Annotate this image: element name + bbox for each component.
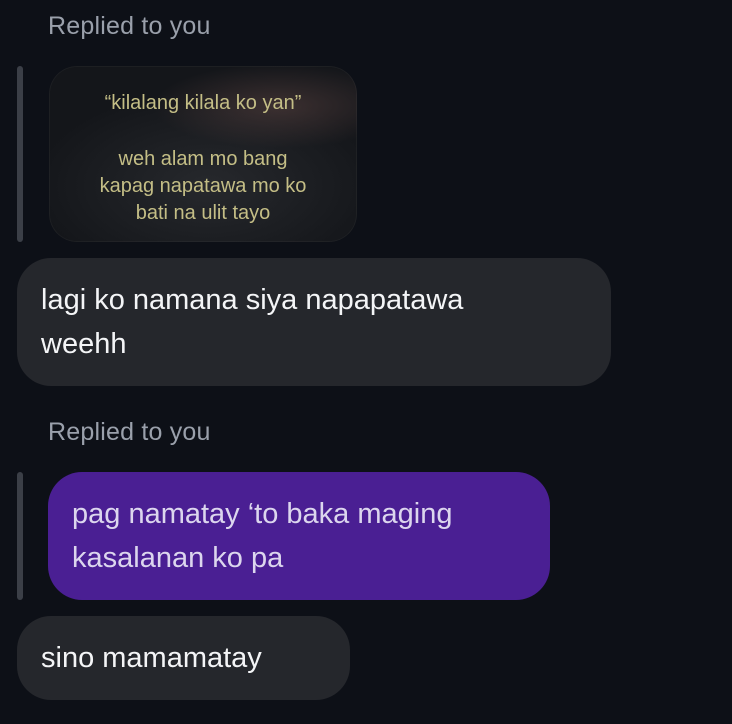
reply-quote-bar xyxy=(17,66,23,242)
story-quote-text: “kilalang kilala ko yan” xyxy=(104,92,302,114)
story-text-line: weh alam mo bang xyxy=(118,148,288,170)
replied-story-thumbnail[interactable]: “kilalang kilala ko yan” weh alam mo ban… xyxy=(49,66,357,242)
message-text-line: weehh xyxy=(41,328,127,360)
replied-to-you-label: Replied to you xyxy=(48,12,211,40)
quoted-own-message-bubble[interactable]: pag namatay ‘to baka maging kasalanan ko… xyxy=(48,472,550,600)
reply-quote-bar xyxy=(17,472,23,600)
replied-to-you-label: Replied to you xyxy=(48,418,211,446)
message-bubble-incoming[interactable]: sino mamamatay xyxy=(17,616,350,700)
story-text-line: kapag napatawa mo ko xyxy=(99,175,307,197)
message-text: sino mamamatay xyxy=(41,642,262,674)
message-text-line: lagi ko namana siya napapatawa xyxy=(41,284,464,316)
quoted-message-text-line: kasalanan ko pa xyxy=(72,542,284,574)
story-text-line: bati na ulit tayo xyxy=(135,202,271,224)
message-bubble-incoming[interactable]: lagi ko namana siya napapatawa weehh xyxy=(17,258,611,386)
quoted-message-text-line: pag namatay ‘to baka maging xyxy=(72,498,453,530)
